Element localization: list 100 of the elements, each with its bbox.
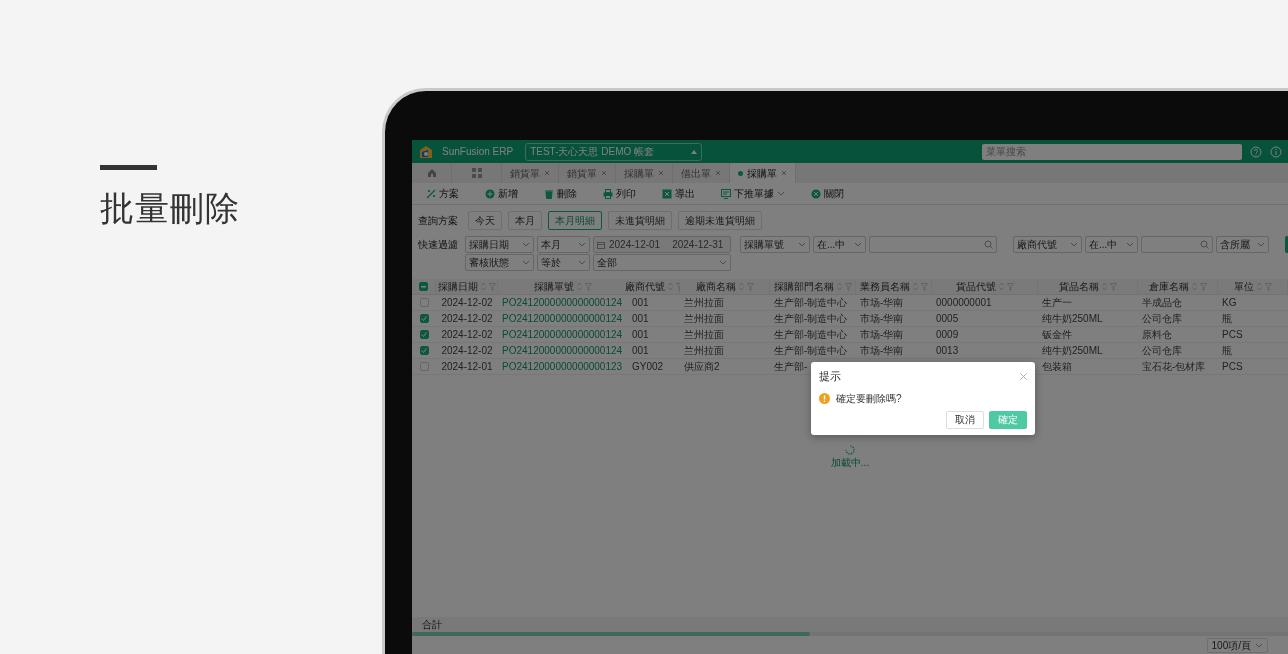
quick-filter-label: 快速過濾 [418, 238, 459, 252]
select-field[interactable]: 全部 [593, 254, 731, 271]
close-icon [715, 170, 721, 176]
loading-text: 加載中... [830, 456, 870, 470]
chevron-down-icon [522, 241, 530, 248]
close-button[interactable] [1020, 372, 1027, 380]
order-link[interactable]: PO2412000000000000124 [502, 343, 623, 358]
tab-label: 採購單 [747, 166, 777, 181]
table-cell-text: 纯牛奶250ML [1042, 312, 1103, 326]
chevron-down-icon [1070, 241, 1078, 248]
warning-icon [819, 392, 830, 404]
select-field[interactable]: 廠商代號 [1013, 236, 1082, 253]
trash-icon [544, 188, 554, 199]
query-plan-option[interactable]: 今天 [468, 211, 502, 230]
close-circle-icon [811, 188, 821, 199]
select-field[interactable]: 採購單號 [740, 236, 810, 253]
select-value: 採購單號 [744, 238, 784, 252]
query-plan-option[interactable]: 未進貨明細 [608, 211, 672, 230]
page-size-select[interactable]: 100項/頁 [1206, 637, 1268, 653]
print-button[interactable]: 列印 [597, 186, 642, 201]
close-icon [601, 170, 607, 176]
table-cell-text: 001 [632, 296, 649, 310]
home-icon [426, 168, 437, 178]
accent-bar [100, 165, 157, 170]
add-button[interactable]: 新增 [479, 186, 524, 201]
order-link[interactable]: PO2412000000000000123 [502, 359, 623, 374]
select-all-checkbox[interactable] [419, 282, 428, 291]
table-cell-text: 宝石花-包材库 [1142, 360, 1206, 374]
table-cell-text: PCS [1222, 360, 1243, 374]
spinner-icon [845, 445, 855, 455]
close-icon [1020, 372, 1027, 380]
check-icon [421, 348, 427, 353]
tab[interactable]: 採購單 [730, 163, 796, 183]
select-field[interactable]: 審核狀態 [465, 254, 534, 271]
account-select[interactable]: TEST-天心天思 DEMO 帳套 [525, 142, 703, 161]
select-field[interactable]: 在...中 [813, 236, 866, 253]
select-value: 審核狀態 [469, 256, 509, 270]
date-range-field[interactable]: 2024-12-01 2024-12-31 [593, 236, 731, 253]
order-link[interactable]: PO2412000000000000124 [502, 327, 623, 342]
order-link[interactable]: PO2412000000000000124 [502, 311, 623, 326]
select-field[interactable]: 在...中 [1085, 236, 1138, 253]
order-link[interactable]: PO2412000000000000124 [502, 295, 623, 310]
select-value: 採購日期 [469, 238, 509, 252]
row-checkbox[interactable] [419, 362, 429, 371]
select-field[interactable]: 含所屬 [1216, 236, 1269, 253]
push-down-button[interactable]: 下推單據 [715, 186, 791, 201]
chevron-down-icon [777, 190, 785, 197]
select-field[interactable]: 等於 [537, 254, 590, 271]
table-cell-text: 001 [632, 344, 649, 358]
total-label: 合計 [422, 618, 442, 632]
row-checkbox[interactable] [419, 298, 429, 307]
table-cell-text: 市场-华南 [860, 296, 904, 310]
table-cell-text: 兰州拉面 [684, 296, 724, 310]
check-icon [421, 316, 427, 321]
table-cell-text: 2024-12-01 [441, 360, 493, 374]
cancel-button[interactable]: 取消 [946, 410, 984, 429]
query-plan-option[interactable]: 本月明細 [548, 211, 602, 230]
search-field[interactable] [1141, 236, 1213, 253]
close-button[interactable]: 關閉 [805, 186, 850, 201]
select-value: 在...中 [817, 238, 846, 252]
chevron-down-icon [1257, 241, 1265, 248]
spreadsheet-icon [662, 188, 672, 199]
page-size-value: 100項/頁 [1211, 638, 1251, 653]
table-cell-text: 生产部-制造中心 [774, 296, 848, 310]
column-header: 採購日期 [437, 280, 478, 294]
calendar-icon [597, 240, 605, 249]
row-checkbox[interactable] [419, 346, 429, 355]
plus-circle-icon [485, 188, 495, 199]
chevron-down-icon [1255, 641, 1263, 649]
table-cell-text: 2024-12-02 [441, 296, 493, 310]
column-header: 採購單號 [533, 280, 574, 294]
query-plan-option[interactable]: 逾期未進貨明細 [678, 211, 762, 230]
row-checkbox[interactable] [419, 314, 429, 323]
scrollbar-thumb[interactable] [412, 632, 810, 636]
dialog-message: 確定要刪除嗎? [836, 391, 902, 406]
table-cell-text: 2024-12-02 [441, 328, 493, 342]
table-cell-text: 生产部-制造中心 [774, 312, 848, 326]
chevron-down-icon [522, 259, 530, 266]
table-cell-text: 瓶 [1222, 312, 1232, 326]
logo-icon [418, 144, 434, 159]
table-cell-text: 2024-12-02 [441, 344, 493, 358]
table-cell-text: 公司仓库 [1142, 344, 1182, 358]
table-cell-text: 原料仓 [1142, 328, 1172, 342]
table-cell-text: 纯牛奶250ML [1042, 344, 1103, 358]
select-field[interactable]: 採購日期 [465, 236, 534, 253]
search-field[interactable] [869, 236, 997, 253]
export-button[interactable]: 導出 [656, 186, 701, 201]
query-plan-option[interactable]: 本月 [508, 211, 542, 230]
close-icon [781, 170, 787, 176]
filter-icon [675, 282, 683, 291]
table-cell-text: 瓶 [1222, 344, 1232, 358]
dialog-title: 提示 [819, 369, 841, 384]
select-value: 含所屬 [1220, 238, 1250, 252]
plan-button[interactable]: 方案 [420, 186, 465, 201]
select-field[interactable]: 本月 [537, 236, 590, 253]
chevron-down-icon [798, 241, 806, 248]
select-value: 廠商代號 [1017, 238, 1057, 252]
row-checkbox[interactable] [419, 330, 429, 339]
column-header: 廠商名稱 [695, 280, 736, 294]
delete-button[interactable]: 刪除 [538, 186, 583, 201]
